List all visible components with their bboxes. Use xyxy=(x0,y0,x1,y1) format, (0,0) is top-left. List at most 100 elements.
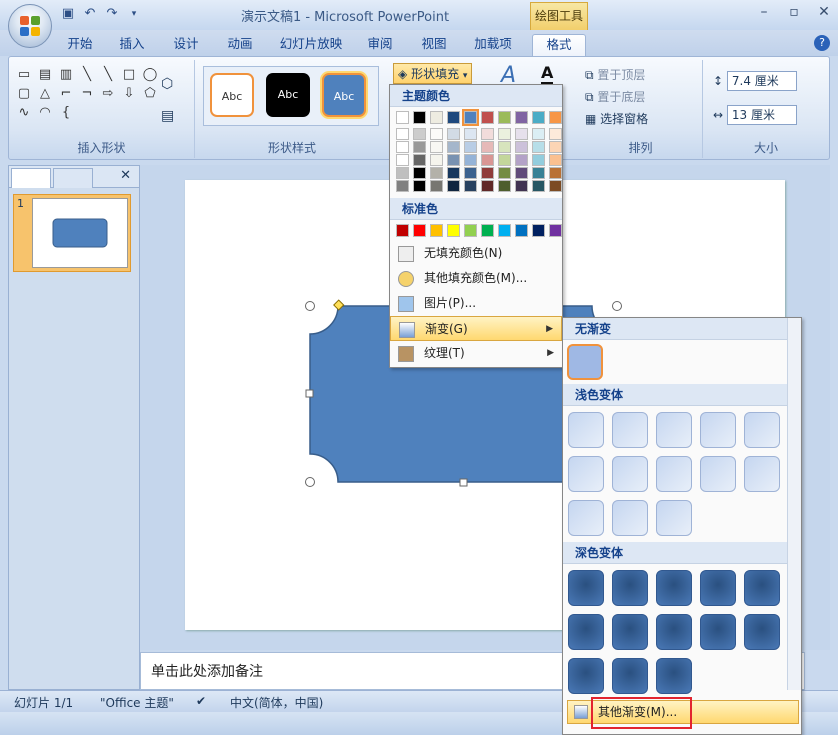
standard-color-swatch[interactable] xyxy=(481,224,494,237)
theme-color-swatch[interactable] xyxy=(549,111,562,124)
theme-tint-swatch[interactable] xyxy=(515,141,528,153)
theme-tint-swatch[interactable] xyxy=(515,128,528,140)
textbox-insert-icon[interactable]: ▤ xyxy=(161,108,174,124)
tab-insert[interactable]: 插入 xyxy=(112,34,152,56)
line2-shape-icon[interactable]: ╲ xyxy=(99,66,117,83)
brace-shape-icon[interactable]: { xyxy=(57,104,75,121)
no-gradient-option[interactable] xyxy=(567,344,603,380)
tab-format[interactable]: 格式 xyxy=(532,34,586,56)
triangle-shape-icon[interactable]: △ xyxy=(36,85,54,102)
theme-tint-swatch[interactable] xyxy=(549,141,562,153)
elbow-connector-icon[interactable]: ⌐ xyxy=(57,85,75,102)
theme-tint-swatch[interactable] xyxy=(532,167,545,179)
theme-tint-swatch[interactable] xyxy=(532,180,545,192)
light-gradient-option[interactable] xyxy=(612,456,648,492)
theme-tint-swatch[interactable] xyxy=(396,128,409,140)
theme-tint-swatch[interactable] xyxy=(515,180,528,192)
slides-tab[interactable] xyxy=(11,168,51,188)
theme-tint-swatch[interactable] xyxy=(464,128,477,140)
rect-shape-icon[interactable]: ▭ xyxy=(15,66,33,83)
selection-pane-item[interactable]: ▦ 选择窗格 xyxy=(585,108,648,130)
theme-tint-swatch[interactable] xyxy=(532,154,545,166)
theme-tint-swatch[interactable] xyxy=(532,128,545,140)
theme-tint-swatch[interactable] xyxy=(549,128,562,140)
arrow-down-shape-icon[interactable]: ⇩ xyxy=(120,85,138,102)
textbox-shape-icon[interactable]: ▤ xyxy=(36,66,54,83)
no-fill-item[interactable]: 无填充颜色(N) xyxy=(390,241,562,266)
standard-color-swatch[interactable] xyxy=(396,224,409,237)
standard-color-swatch[interactable] xyxy=(447,224,460,237)
square-shape-icon[interactable]: □ xyxy=(120,66,138,83)
edit-shape-icon[interactable]: ⬡ xyxy=(161,76,173,92)
dark-gradient-option[interactable] xyxy=(568,614,604,650)
style-orange-outline[interactable]: Abc xyxy=(210,73,254,117)
dark-gradient-option[interactable] xyxy=(700,570,736,606)
theme-tint-swatch[interactable] xyxy=(430,180,443,192)
standard-color-swatch[interactable] xyxy=(498,224,511,237)
close-panel-icon[interactable]: ✕ xyxy=(120,168,131,183)
theme-color-swatch[interactable] xyxy=(532,111,545,124)
vertical-text-icon[interactable]: ▥ xyxy=(57,66,75,83)
dark-gradient-option[interactable] xyxy=(744,614,780,650)
send-back-item[interactable]: ⧉ 置于底层 xyxy=(585,86,648,108)
gradient-item[interactable]: 渐变(G) ▶ xyxy=(390,316,562,341)
light-gradient-option[interactable] xyxy=(744,412,780,448)
minimize-icon[interactable]: – xyxy=(756,4,772,20)
light-gradient-option[interactable] xyxy=(700,412,736,448)
theme-color-swatch[interactable] xyxy=(447,111,460,124)
pentagon-shape-icon[interactable]: ⬠ xyxy=(141,85,159,102)
style-blue-selected[interactable]: Abc xyxy=(322,73,366,117)
gradient-scrollbar[interactable] xyxy=(787,318,801,690)
standard-color-swatch[interactable] xyxy=(532,224,545,237)
light-gradient-option[interactable] xyxy=(744,456,780,492)
theme-tint-swatch[interactable] xyxy=(413,180,426,192)
theme-tint-swatch[interactable] xyxy=(498,128,511,140)
theme-tint-swatch[interactable] xyxy=(481,154,494,166)
standard-color-swatch[interactable] xyxy=(549,224,562,237)
style-black[interactable]: Abc xyxy=(266,73,310,117)
tab-slideshow[interactable]: 幻灯片放映 xyxy=(275,34,347,56)
light-gradient-option[interactable] xyxy=(568,500,604,536)
theme-color-swatch[interactable] xyxy=(515,111,528,124)
dark-gradient-option[interactable] xyxy=(612,614,648,650)
theme-tint-swatch[interactable] xyxy=(413,128,426,140)
dark-gradient-option[interactable] xyxy=(656,614,692,650)
theme-tint-swatch[interactable] xyxy=(464,154,477,166)
help-icon[interactable]: ? xyxy=(814,35,830,51)
theme-tint-swatch[interactable] xyxy=(481,180,494,192)
theme-color-swatch[interactable] xyxy=(396,111,409,124)
theme-color-swatch[interactable] xyxy=(413,111,426,124)
theme-tint-swatch[interactable] xyxy=(532,141,545,153)
arc-shape-icon[interactable]: ◠ xyxy=(36,104,54,121)
standard-color-swatch[interactable] xyxy=(413,224,426,237)
curve-shape-icon[interactable]: ∿ xyxy=(15,104,33,121)
theme-tint-swatch[interactable] xyxy=(498,180,511,192)
theme-tint-swatch[interactable] xyxy=(549,154,562,166)
theme-tint-swatch[interactable] xyxy=(447,180,460,192)
standard-color-swatch[interactable] xyxy=(430,224,443,237)
maximize-icon[interactable]: ▫ xyxy=(786,4,802,20)
theme-tint-swatch[interactable] xyxy=(396,154,409,166)
theme-tint-swatch[interactable] xyxy=(447,141,460,153)
theme-tint-swatch[interactable] xyxy=(396,180,409,192)
dark-gradient-option[interactable] xyxy=(568,658,604,694)
theme-tint-swatch[interactable] xyxy=(481,167,494,179)
light-gradient-option[interactable] xyxy=(656,412,692,448)
dark-gradient-option[interactable] xyxy=(612,570,648,606)
theme-color-swatch[interactable] xyxy=(430,111,443,124)
theme-color-swatch[interactable] xyxy=(462,109,479,126)
light-gradient-option[interactable] xyxy=(700,456,736,492)
theme-tint-swatch[interactable] xyxy=(430,154,443,166)
rounded-rect-icon[interactable]: ▢ xyxy=(15,85,33,102)
theme-tint-swatch[interactable] xyxy=(498,154,511,166)
tab-addins[interactable]: 加载项 xyxy=(468,34,518,56)
font-color-icon[interactable]: A xyxy=(541,63,554,85)
standard-color-swatch[interactable] xyxy=(464,224,477,237)
dark-gradient-option[interactable] xyxy=(700,614,736,650)
arrow-right-shape-icon[interactable]: ⇨ xyxy=(99,85,117,102)
theme-tint-swatch[interactable] xyxy=(430,167,443,179)
theme-tint-swatch[interactable] xyxy=(396,167,409,179)
theme-tint-swatch[interactable] xyxy=(413,167,426,179)
theme-tint-swatch[interactable] xyxy=(464,141,477,153)
tab-view[interactable]: 视图 xyxy=(414,34,454,56)
